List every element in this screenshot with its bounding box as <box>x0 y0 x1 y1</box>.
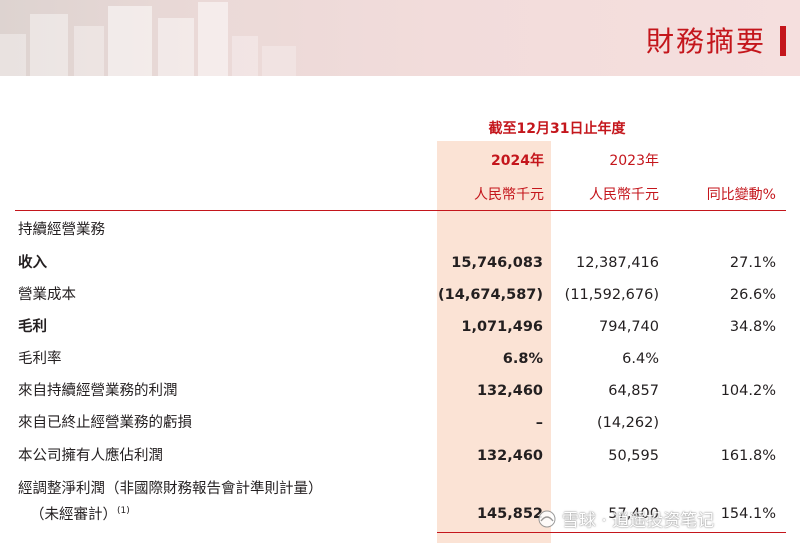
watermark-text: 雪球 · 逍遥投资笔记 <box>562 511 715 531</box>
table-row: 營業成本 (14,674,587) (11,592,676) 26.6% <box>0 279 800 311</box>
value-2024: 132,460 <box>476 383 543 399</box>
value-change: 161.8% <box>720 448 776 464</box>
col-header-2024: 2024年 <box>491 153 544 169</box>
watermark: 雪球 · 逍遥投资笔记 <box>536 506 714 531</box>
page-title: 財務摘要 <box>645 25 766 58</box>
table-row: 本公司擁有人應佔利潤 132,460 50,595 161.8% <box>0 440 800 472</box>
building-shape <box>0 34 26 76</box>
row-label: 來自已終止經營業務的虧損 <box>18 415 192 431</box>
row-label: 來自持續經營業務的利潤 <box>18 383 178 399</box>
table-row: 來自已終止經營業務的虧損 – (14,262) <box>0 407 800 439</box>
value-2024: 6.8% <box>502 351 543 367</box>
value-2023: 6.4% <box>622 351 659 367</box>
value-2024: 1,071,496 <box>461 319 543 335</box>
value-2024: 145,852 <box>476 506 543 522</box>
row-label: 營業成本 <box>18 287 76 303</box>
value-2023: 64,857 <box>608 383 659 399</box>
row-label: 毛利 <box>18 319 47 335</box>
building-shape <box>30 14 68 76</box>
value-2023: 794,740 <box>599 319 659 335</box>
table-row: 毛利率 6.8% 6.4% <box>0 343 800 375</box>
col-unit-2023: 人民幣千元 <box>589 187 659 203</box>
value-2023: (14,262) <box>596 415 659 431</box>
value-2023: 50,595 <box>608 448 659 464</box>
building-shape <box>198 2 228 76</box>
snowball-logo-icon <box>538 510 556 528</box>
bottom-rule <box>437 532 786 533</box>
building-shape <box>108 6 152 76</box>
col-header-change: 同比變動% <box>706 187 776 203</box>
table-row: 毛利 1,071,496 794,740 34.8% <box>0 311 800 343</box>
row-label: 本公司擁有人應佔利潤 <box>18 448 163 464</box>
value-2024: 15,746,083 <box>451 255 543 271</box>
period-header: 截至12月31日止年度 <box>488 121 626 137</box>
header-banner: 財務摘要 <box>0 0 800 76</box>
table-row: 持續經營業務 <box>0 214 800 246</box>
table-row: 收入 15,746,083 12,387,416 27.1% <box>0 247 800 279</box>
building-shape <box>232 36 258 76</box>
value-2023: (11,592,676) <box>564 287 659 303</box>
value-2024: 132,460 <box>476 448 543 464</box>
header-rule <box>15 210 786 211</box>
value-change: 27.1% <box>729 255 776 271</box>
row-label: 毛利率 <box>18 351 62 367</box>
building-shape <box>74 26 104 76</box>
table-row: 來自持續經營業務的利潤 132,460 64,857 104.2% <box>0 375 800 407</box>
row-label: 收入 <box>18 255 47 271</box>
value-change: 104.2% <box>720 383 776 399</box>
value-2024: (14,674,587) <box>438 287 543 303</box>
building-shape <box>158 18 194 76</box>
building-shape <box>262 46 296 76</box>
col-header-2023: 2023年 <box>609 153 659 169</box>
col-unit-2024: 人民幣千元 <box>474 187 544 203</box>
row-label: 持續經營業務 <box>18 222 105 238</box>
title-accent-bar <box>780 26 786 56</box>
value-2023: 12,387,416 <box>575 255 659 271</box>
value-2024: – <box>535 415 543 431</box>
value-change: 34.8% <box>729 319 776 335</box>
value-change: 154.1% <box>720 506 776 522</box>
value-change: 26.6% <box>729 287 776 303</box>
